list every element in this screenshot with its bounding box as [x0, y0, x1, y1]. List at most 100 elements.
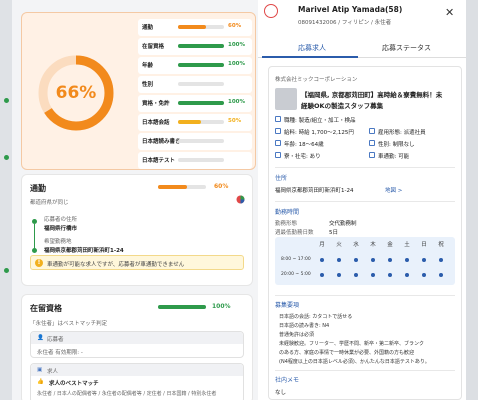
dorm-icon: [275, 152, 281, 158]
occupation-icon: [275, 116, 281, 122]
thumbs-up-icon: 👍: [37, 379, 44, 385]
criterion-percent: 50%: [228, 118, 242, 124]
job-status-box: ▣ 求人 👍 求人のベストマッチ 永住者 / 日本人の配偶者等 / 永住者の配偶…: [30, 363, 244, 400]
commute-title: 通勤: [30, 184, 46, 193]
route-line: [34, 224, 35, 249]
schedule-dot: [405, 258, 409, 262]
memo-value: なし: [275, 390, 287, 396]
weekday-header: 祝: [438, 242, 444, 248]
hours-section-title: 勤務時間: [275, 209, 300, 216]
person-icon: 👤: [37, 335, 44, 341]
warning-icon: !: [35, 259, 43, 267]
weekday-header: 水: [353, 242, 359, 248]
commute-card: 通勤 60% 都道府県が同じ 応募者の住所 福岡県行橋市 希望勤務地 福岡県京都…: [21, 174, 253, 286]
address-section-title: 住所: [275, 175, 288, 182]
match-summary-card: 66% 通勤 60% 在留資格 100% 年齢 100% 性別資格・免許 100% 日本語会話 5…: [21, 12, 256, 170]
match-percent: 66%: [55, 83, 97, 103]
status-percent: 100%: [212, 303, 231, 310]
requirement-item: のある方、家庭の事情で一時休業が必要、外国籍の方も歓迎: [279, 350, 415, 356]
avatar: [264, 4, 278, 18]
requirement-item: 日本語の読み書き: N4: [279, 323, 330, 329]
criterion-row: 日本語会話 50%: [138, 114, 252, 131]
criterion-percent: 60%: [228, 23, 242, 29]
memo-section-title: 社内メモ: [275, 377, 300, 384]
schedule-dot: [405, 273, 409, 277]
weekday-header: 日: [421, 242, 427, 248]
criterion-row: 在留資格 100%: [138, 38, 252, 55]
criterion-bar: [178, 44, 224, 48]
active-tab-indicator: [262, 56, 358, 58]
shift-value: 交代勤務制: [329, 221, 357, 227]
time-slot-label: 20:00 ~ 5:00: [281, 272, 311, 277]
criterion-row: 通勤 60%: [138, 19, 252, 36]
briefcase-icon: ▣: [37, 367, 43, 373]
applicant-status-box: 👤 応募者 永住者 有効期限: -: [30, 331, 244, 358]
criterion-label: 日本語会話: [142, 120, 170, 126]
time-slot-label: 8:00 ~ 17:00: [281, 257, 311, 262]
tab-applied-jobs[interactable]: 応募求人: [298, 43, 326, 53]
job-title-line2[interactable]: 経験OKの製造スタッフ募集: [301, 100, 383, 110]
work-location: 福岡県京都郡苅田町新浜町1-24: [44, 248, 124, 254]
job-thumbnail: [275, 88, 297, 110]
job-car: 車通勤: 可能: [378, 154, 410, 160]
status-bar: [158, 305, 206, 309]
requirement-item: (N4程度以上の日本語レベル必須)、かんたんな日本語テストあり。: [279, 359, 430, 365]
criterion-label: 年齢: [142, 63, 154, 69]
schedule-dot: [388, 273, 392, 277]
job-age: 年齢: 18～64歳: [284, 142, 324, 148]
criterion-row: 資格・免許 100%: [138, 95, 252, 112]
commute-percent: 60%: [214, 183, 229, 190]
backdrop-dot: [4, 268, 9, 273]
criterion-percent: 100%: [228, 61, 245, 67]
warning-text: 車通勤が可能な求人ですが、応募者が車通勤できません: [47, 262, 185, 268]
schedule-dot: [439, 258, 443, 262]
weekday-header: 月: [319, 242, 325, 248]
map-link[interactable]: 地図 >: [385, 186, 402, 194]
criterion-bar: [178, 63, 224, 67]
applicant-address: 福岡県行橋市: [44, 226, 78, 232]
criterion-bar: [178, 120, 224, 124]
route-end-dot: [32, 248, 37, 253]
job-wage: 給料: 時給 1,700～2,125円: [284, 130, 354, 136]
commute-note: 都道府県が同じ: [30, 200, 69, 206]
weekday-header: 土: [404, 242, 410, 248]
commute-bar: [158, 185, 206, 189]
criterion-bar: [178, 158, 224, 162]
weekday-header: 金: [387, 242, 393, 248]
work-location-label: 希望勤務地: [44, 239, 72, 245]
days-value: 5日: [329, 230, 338, 236]
weekday-header: 木: [370, 242, 376, 248]
job-dorm: 寮・社宅: あり: [284, 154, 321, 160]
schedule-dot: [439, 273, 443, 277]
applicant-status-value: 永住者 有効期限: -: [37, 350, 83, 356]
backdrop-dot: [4, 155, 9, 160]
criterion-row: 年齢 100%: [138, 57, 252, 74]
car-icon: [369, 152, 375, 158]
criterion-label: 日本語テスト: [142, 158, 176, 164]
schedule-dot: [422, 273, 426, 277]
schedule-dot: [422, 258, 426, 262]
close-icon[interactable]: ✕: [445, 6, 454, 19]
criterion-row: 日本語読み書き: [138, 133, 252, 150]
applicant-name: Marivel Atip Yamada(58): [298, 5, 403, 14]
requirement-item: 日本語の会話: カタコトで話せる: [279, 314, 353, 320]
criterion-bar: [178, 25, 224, 29]
backdrop-dot: [4, 98, 9, 103]
criterion-label: 性別: [142, 82, 154, 88]
schedule-dot: [371, 273, 375, 277]
schedule-table: 月 火 水 木 金 土 日 祝 8:00 ~ 17:00 20:00 ~ 5:00: [275, 237, 455, 285]
schedule-dot: [320, 273, 324, 277]
requirement-item: 未経験歓迎。フリーター、学歴不問、新卒・第二新卒、ブランク: [279, 341, 424, 347]
job-card: 株式会社ミックコーポレーション 【福岡県, 京都郡苅田町】高時給＆寮費無料！未 …: [268, 66, 462, 400]
days-label: 週最低勤務日数: [275, 230, 314, 236]
applicant-address-label: 応募者の住所: [44, 217, 78, 223]
gender-icon: [369, 140, 375, 146]
schedule-dot: [337, 273, 341, 277]
age-icon: [275, 140, 281, 146]
tab-application-status[interactable]: 応募ステータス: [382, 43, 431, 53]
job-title-line1[interactable]: 【福岡県, 京都郡苅田町】高時給＆寮費無料！未: [301, 89, 459, 99]
schedule-dot: [337, 258, 341, 262]
criterion-label: 通勤: [142, 25, 154, 31]
criterion-label: 日本語読み書き: [142, 139, 181, 145]
job-best-match: 求人のベストマッチ: [49, 381, 99, 387]
